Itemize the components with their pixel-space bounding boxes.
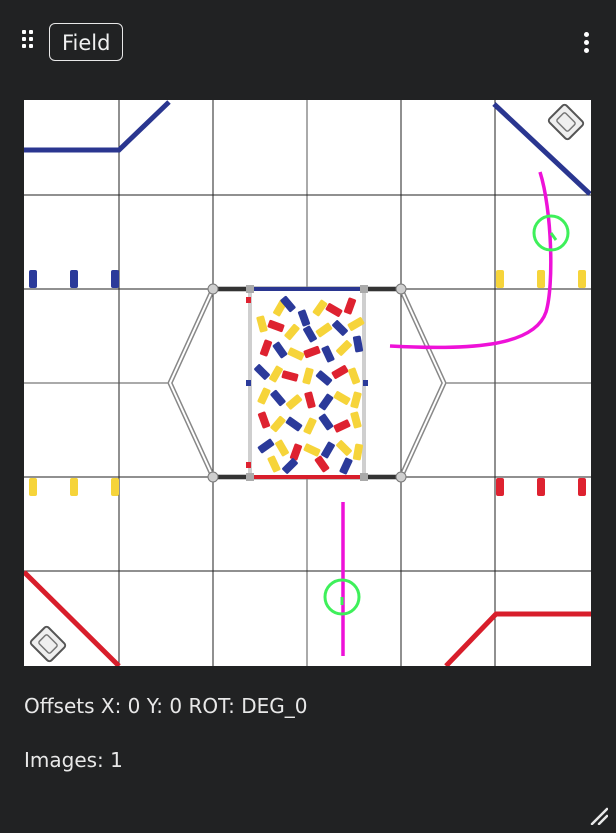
field-widget-panel: Field Offsets X: 0 Y: 0 ROT: DEG_0 Image…	[0, 0, 616, 833]
offsets-readout: Offsets X: 0 Y: 0 ROT: DEG_0	[24, 694, 308, 718]
field-view[interactable]	[24, 100, 591, 666]
drag-handle-icon[interactable]	[22, 30, 38, 52]
more-vertical-icon[interactable]	[572, 30, 600, 56]
widget-title[interactable]: Field	[49, 23, 124, 61]
field-image	[24, 100, 591, 666]
images-count: Images: 1	[24, 748, 123, 772]
resize-grip-icon[interactable]	[588, 805, 609, 826]
widget-header: Field	[0, 0, 616, 88]
